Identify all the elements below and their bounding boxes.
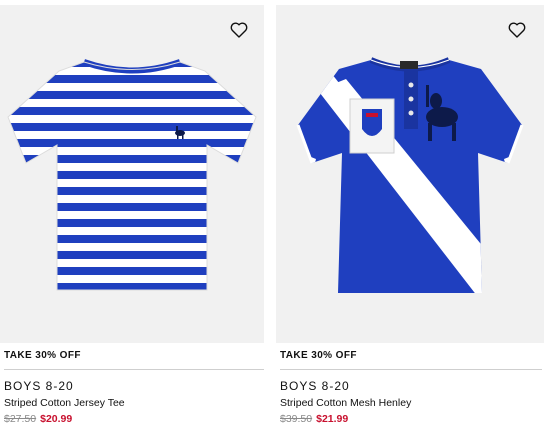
product-image[interactable]	[276, 5, 544, 343]
divider	[280, 369, 542, 370]
price-block: $27.50 $20.99	[4, 413, 72, 425]
product-grid: TAKE 30% OFF BOYS 8-20 Striped Cotton Je…	[0, 0, 551, 428]
product-name-link[interactable]: Striped Cotton Mesh Henley	[280, 397, 411, 409]
original-price: $39.50	[280, 413, 313, 425]
promo-label: TAKE 30% OFF	[280, 350, 357, 361]
product-category: BOYS 8-20	[4, 379, 74, 393]
product-card[interactable]: TAKE 30% OFF BOYS 8-20 Striped Cotton Me…	[276, 0, 551, 428]
heart-icon[interactable]	[229, 20, 249, 40]
product-category: BOYS 8-20	[280, 379, 350, 393]
henley-shirt-image	[296, 57, 524, 293]
product-card[interactable]: TAKE 30% OFF BOYS 8-20 Striped Cotton Je…	[0, 0, 270, 428]
promo-label: TAKE 30% OFF	[4, 350, 81, 361]
heart-icon[interactable]	[507, 20, 527, 40]
product-name-link[interactable]: Striped Cotton Jersey Tee	[4, 397, 125, 409]
striped-tee-image	[7, 59, 257, 291]
product-image[interactable]	[0, 5, 264, 343]
divider	[4, 369, 264, 370]
original-price: $27.50	[4, 413, 37, 425]
sale-price: $20.99	[40, 413, 73, 425]
sale-price: $21.99	[316, 413, 349, 425]
price-block: $39.50 $21.99	[280, 413, 348, 425]
